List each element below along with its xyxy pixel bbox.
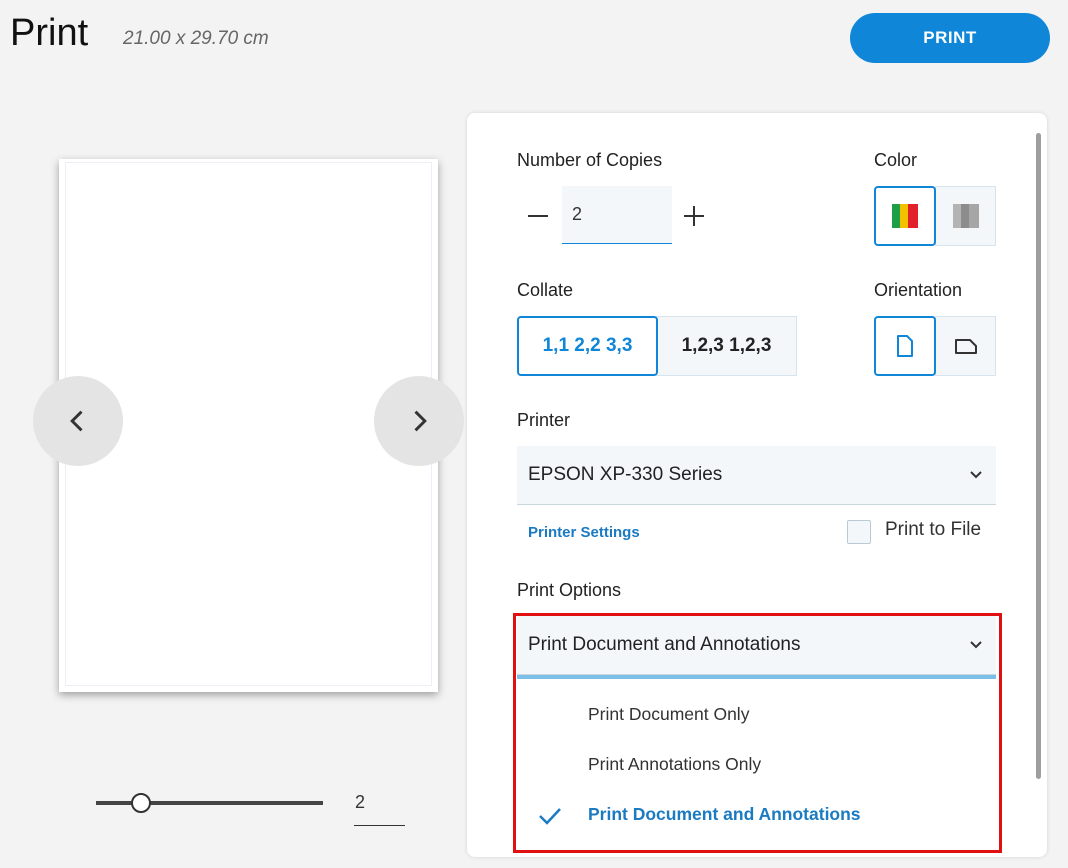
color-icon: [892, 204, 918, 228]
printer-settings-link[interactable]: Printer Settings: [528, 524, 640, 541]
print-to-file-label: Print to File: [885, 519, 982, 540]
print-options-label: Print Options: [517, 580, 622, 600]
zoom-slider[interactable]: [96, 790, 324, 816]
printer-select-value: EPSON XP-330 Series: [528, 464, 723, 485]
next-page-button[interactable]: [374, 376, 464, 466]
highlight-box: [513, 613, 1002, 853]
chevron-left-icon: [70, 410, 83, 432]
grayscale-icon: [952, 204, 979, 228]
landscape-button[interactable]: [935, 316, 996, 376]
printer-label: Printer: [517, 410, 571, 430]
collate-option-label: 1,2,3 1,2,3: [681, 335, 772, 356]
orientation-label: Orientation: [874, 280, 963, 300]
page-title: Print: [10, 12, 89, 54]
collate-option-collated[interactable]: 1,1 2,2 3,3: [517, 316, 658, 376]
panel-scrollbar[interactable]: [1036, 133, 1041, 779]
print-to-file-checkbox[interactable]: [847, 520, 871, 544]
printer-select[interactable]: EPSON XP-330 Series: [517, 446, 996, 505]
chevron-right-icon: [414, 410, 427, 432]
color-label: Color: [874, 150, 918, 170]
color-button[interactable]: [874, 186, 936, 246]
portrait-icon: [897, 335, 913, 357]
copies-input[interactable]: [562, 186, 672, 244]
zoom-input[interactable]: 2: [355, 792, 404, 813]
slider-thumb[interactable]: [131, 793, 151, 813]
print-button[interactable]: PRINT: [850, 13, 1050, 63]
collate-option-uncollated[interactable]: 1,2,3 1,2,3: [656, 316, 797, 376]
landscape-icon: [954, 339, 977, 354]
portrait-button[interactable]: [874, 316, 936, 376]
chevron-down-icon: [970, 471, 982, 479]
zoom-input-underline: [354, 825, 405, 826]
collate-option-label: 1,1 2,2 3,3: [542, 335, 633, 356]
previous-page-button[interactable]: [33, 376, 123, 466]
minus-icon: [528, 215, 548, 217]
collate-label: Collate: [517, 280, 574, 300]
page-dimensions: 21.00 x 29.70 cm: [123, 28, 269, 49]
copies-label: Number of Copies: [517, 150, 663, 170]
grayscale-button[interactable]: [935, 186, 996, 246]
